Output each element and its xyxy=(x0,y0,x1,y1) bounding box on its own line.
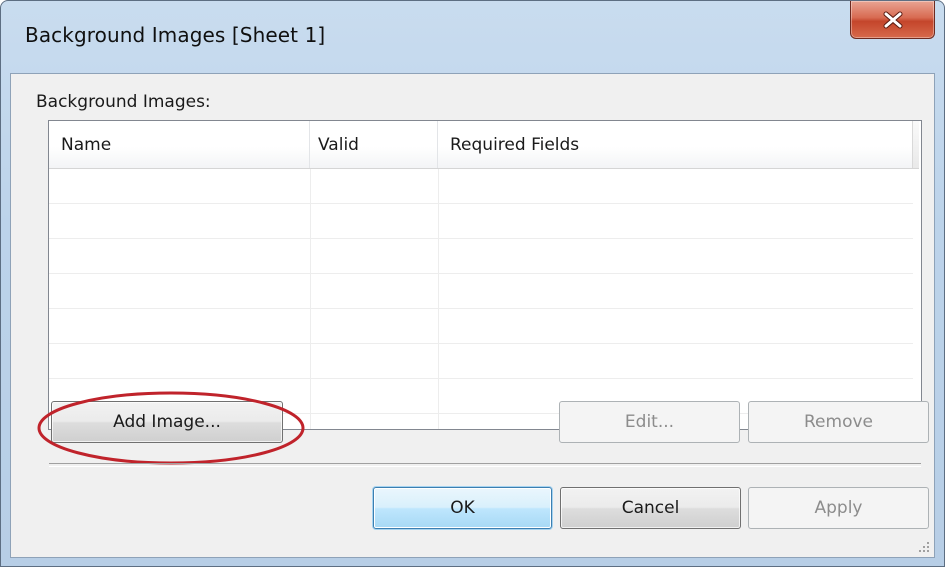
table-row[interactable] xyxy=(49,204,913,239)
window-title: Background Images [Sheet 1] xyxy=(25,23,326,47)
column-divider xyxy=(310,169,311,429)
header-scroll-cap xyxy=(912,121,919,168)
table-row[interactable] xyxy=(49,309,913,344)
column-divider xyxy=(438,169,439,429)
column-header-valid[interactable]: Valid xyxy=(310,121,438,168)
dialog-window: Background Images [Sheet 1] Background I… xyxy=(0,0,945,567)
background-images-list[interactable]: Name Valid Required Fields xyxy=(48,120,922,430)
remove-button[interactable]: Remove xyxy=(748,401,929,443)
list-body[interactable] xyxy=(49,169,919,429)
list-header: Name Valid Required Fields xyxy=(49,121,919,169)
apply-button[interactable]: Apply xyxy=(748,487,929,529)
title-bar[interactable]: Background Images [Sheet 1] xyxy=(1,1,944,73)
table-row[interactable] xyxy=(49,274,913,309)
add-image-button[interactable]: Add Image... xyxy=(51,401,283,443)
table-row[interactable] xyxy=(49,344,913,379)
background-images-label: Background Images: xyxy=(36,92,211,112)
ok-button[interactable]: OK xyxy=(373,487,552,529)
close-icon xyxy=(883,11,902,28)
column-header-required-fields[interactable]: Required Fields xyxy=(438,121,914,168)
edit-button[interactable]: Edit... xyxy=(559,401,740,443)
close-button[interactable] xyxy=(850,1,935,39)
column-header-name[interactable]: Name xyxy=(49,121,310,168)
dialog-client-area: Background Images: Name Valid Required F… xyxy=(10,73,935,558)
cancel-button[interactable]: Cancel xyxy=(560,487,741,529)
separator-line xyxy=(49,463,921,467)
table-row[interactable] xyxy=(49,239,913,274)
table-row[interactable] xyxy=(49,169,913,204)
resize-grip-icon[interactable] xyxy=(918,541,930,553)
